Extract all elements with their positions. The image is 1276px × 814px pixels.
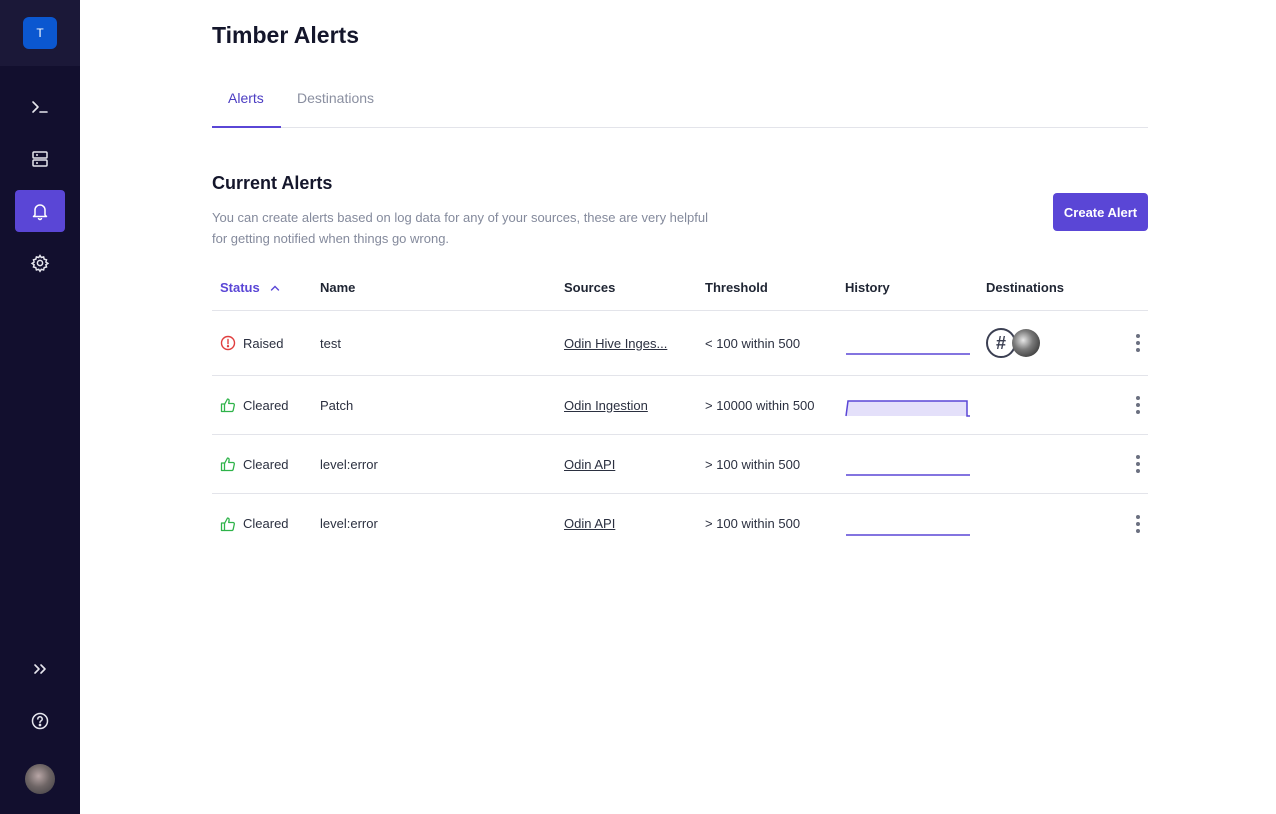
alert-circle-icon xyxy=(220,335,236,351)
help-button[interactable] xyxy=(15,700,65,742)
source-cell: Odin API xyxy=(564,435,615,493)
row-menu-button[interactable] xyxy=(1132,494,1144,553)
history-sparkline xyxy=(846,533,970,536)
table-header: Status Name Sources Threshold History De… xyxy=(212,264,1148,311)
thumbs-up-icon xyxy=(220,457,235,472)
status-label: Cleared xyxy=(243,456,289,472)
status-label: Raised xyxy=(243,335,284,351)
history-cell xyxy=(845,376,970,434)
section-title: Current Alerts xyxy=(212,173,333,193)
status-cell: Raised xyxy=(220,311,283,375)
row-menu-button[interactable] xyxy=(1132,376,1144,434)
sidebar: T xyxy=(0,0,80,814)
header-history: History xyxy=(845,280,890,295)
nav-terminal[interactable] xyxy=(15,86,65,128)
status-cell: Cleared xyxy=(220,435,289,493)
team-switcher[interactable]: T xyxy=(0,0,80,66)
header-status[interactable]: Status xyxy=(220,280,281,295)
row-menu-button[interactable] xyxy=(1132,435,1144,493)
status-label: Cleared xyxy=(243,516,289,531)
source-link[interactable]: Odin API xyxy=(564,516,615,531)
status-cell: Cleared xyxy=(220,376,289,434)
history-sparkline xyxy=(845,400,970,417)
header-sources[interactable]: Sources xyxy=(564,280,615,295)
help-icon xyxy=(31,712,49,730)
sparkline-area xyxy=(846,401,969,416)
threshold-value: > 100 within 500 xyxy=(705,456,801,472)
header-name[interactable]: Name xyxy=(320,280,355,295)
table-row[interactable]: Raised test Odin Hive Inges... < 100 wit… xyxy=(212,311,1148,376)
main-content: Timber Alerts Alerts Destinations Curren… xyxy=(80,0,1276,814)
gear-icon xyxy=(30,254,50,273)
source-link[interactable]: Odin Ingestion xyxy=(564,398,648,413)
history-cell xyxy=(845,494,970,553)
page-title: Timber Alerts xyxy=(212,22,359,48)
table-row[interactable]: Cleared level:error Odin API > 100 withi… xyxy=(212,435,1148,494)
status-cell: Cleared xyxy=(220,494,289,553)
destinations-cell: # xyxy=(986,311,1040,375)
header-status-label: Status xyxy=(220,280,260,295)
table-row[interactable]: Cleared level:error Odin API > 100 withi… xyxy=(212,494,1148,553)
status-label: Cleared xyxy=(243,397,289,413)
row-menu-button[interactable] xyxy=(1132,311,1144,375)
source-cell: Odin Ingestion xyxy=(564,376,648,434)
threshold-value: > 10000 within 500 xyxy=(705,397,815,413)
server-icon xyxy=(32,151,48,167)
alerts-table: Status Name Sources Threshold History De… xyxy=(212,264,1148,553)
source-cell: Odin API xyxy=(564,494,615,553)
table-row[interactable]: Cleared Patch Odin Ingestion > 10000 wit… xyxy=(212,376,1148,435)
history-sparkline xyxy=(846,474,970,476)
section-description: You can create alerts based on log data … xyxy=(212,210,708,246)
history-sparkline xyxy=(846,353,970,355)
create-alert-button[interactable]: Create Alert xyxy=(1053,193,1148,231)
team-badge[interactable]: T xyxy=(23,17,57,49)
nav-settings[interactable] xyxy=(15,242,65,284)
nav-alerts[interactable] xyxy=(15,190,65,232)
threshold-value: > 100 within 500 xyxy=(705,516,801,531)
tab-destinations[interactable]: Destinations xyxy=(297,80,374,128)
bell-icon xyxy=(32,204,48,221)
tab-alerts[interactable]: Alerts xyxy=(212,80,281,128)
alert-name: Patch xyxy=(320,397,354,413)
alert-name: test xyxy=(320,335,341,351)
thumbs-up-icon xyxy=(220,516,235,531)
source-link[interactable]: Odin Hive Inges... xyxy=(564,336,667,351)
user-avatar[interactable] xyxy=(25,764,55,794)
expand-sidebar-button[interactable] xyxy=(15,648,65,690)
thumbs-up-icon xyxy=(220,398,235,413)
source-cell: Odin Hive Inges... xyxy=(564,311,667,375)
header-destinations: Destinations xyxy=(986,280,1065,295)
user-avatar-icon xyxy=(1012,329,1040,357)
terminal-icon xyxy=(32,101,48,113)
source-link[interactable]: Odin API xyxy=(564,457,615,472)
header-threshold[interactable]: Threshold xyxy=(705,280,768,295)
chevron-up-icon xyxy=(270,285,279,291)
history-cell xyxy=(845,311,970,375)
alert-name: level:error xyxy=(320,516,378,531)
chevrons-right-icon xyxy=(34,664,46,674)
nav-sources[interactable] xyxy=(15,138,65,180)
alert-name: level:error xyxy=(320,456,378,472)
tab-bar: Alerts Destinations xyxy=(212,80,1148,128)
history-cell xyxy=(845,435,970,493)
threshold-value: < 100 within 500 xyxy=(705,335,801,351)
